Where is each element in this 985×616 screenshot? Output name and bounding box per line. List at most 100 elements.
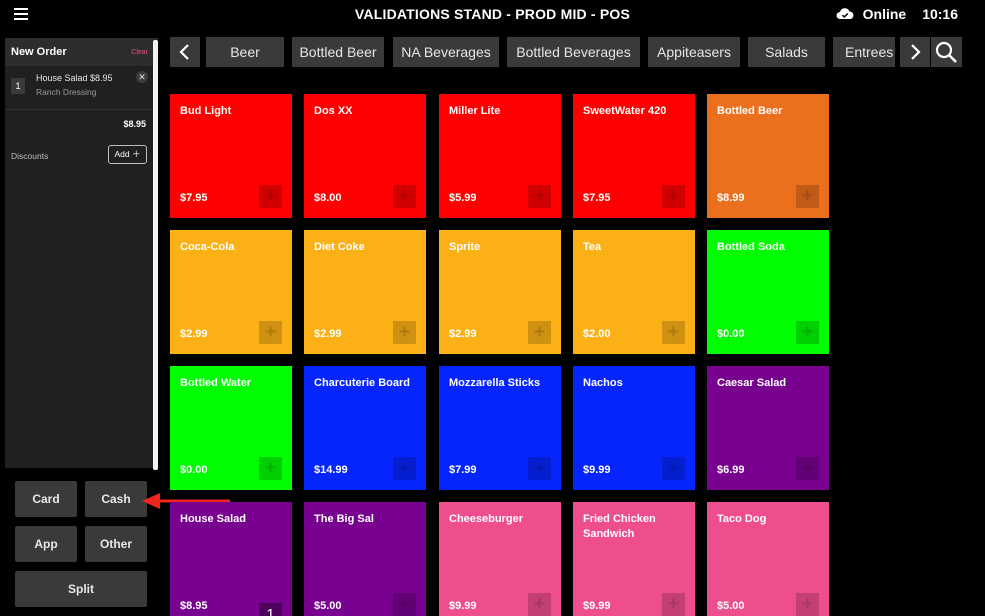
- product-tile[interactable]: Charcuterie Board $14.99 +: [304, 366, 426, 490]
- tab-na-beverages[interactable]: NA Beverages: [393, 37, 499, 67]
- order-scrollbar[interactable]: [153, 40, 158, 470]
- add-plus-icon[interactable]: +: [393, 457, 416, 480]
- product-tile[interactable]: SweetWater 420 $7.95 +: [573, 94, 695, 218]
- product-name: Caesar Salad: [717, 377, 787, 389]
- add-plus-icon[interactable]: +: [662, 593, 685, 616]
- add-plus-icon[interactable]: +: [528, 593, 551, 616]
- order-title: New Order: [11, 46, 67, 58]
- add-plus-icon[interactable]: +: [259, 321, 282, 344]
- product-tile[interactable]: Cheeseburger $9.99 +: [439, 502, 561, 616]
- add-plus-icon[interactable]: +: [528, 185, 551, 208]
- card-payment-button[interactable]: Card: [15, 481, 77, 517]
- tab-beer[interactable]: Beer: [206, 37, 284, 67]
- product-tile[interactable]: Bud Light $7.95 +: [170, 94, 292, 218]
- tab-bottled-beverages[interactable]: Bottled Beverages: [507, 37, 640, 67]
- product-name: Bottled Water: [180, 377, 252, 389]
- line-item-name: House Salad $8.95: [36, 73, 113, 83]
- add-plus-icon[interactable]: +: [259, 457, 282, 480]
- add-plus-icon[interactable]: +: [662, 185, 685, 208]
- product-tile[interactable]: Taco Dog $5.00 +: [707, 502, 829, 616]
- product-tile[interactable]: Diet Coke $2.99 +: [304, 230, 426, 354]
- add-plus-icon[interactable]: +: [796, 457, 819, 480]
- tab-bottled-beer[interactable]: Bottled Beer: [292, 37, 384, 67]
- add-plus-icon[interactable]: +: [393, 593, 416, 616]
- product-price: $8.95: [180, 600, 208, 612]
- product-name: Miller Lite: [449, 105, 501, 117]
- add-discount-button[interactable]: Add ＋: [108, 145, 147, 164]
- add-plus-icon[interactable]: +: [796, 593, 819, 616]
- product-tile[interactable]: Dos XX $8.00 +: [304, 94, 426, 218]
- remove-item-icon[interactable]: ✕: [136, 71, 148, 83]
- cash-payment-button[interactable]: Cash: [85, 481, 147, 517]
- clock: 10:16: [922, 6, 958, 22]
- product-tile[interactable]: Bottled Soda $0.00 +: [707, 230, 829, 354]
- add-plus-icon[interactable]: +: [393, 321, 416, 344]
- product-price: $2.00: [583, 328, 611, 340]
- product-name: Coca-Cola: [180, 241, 235, 253]
- product-name: Taco Dog: [717, 513, 767, 525]
- product-name: House Salad: [180, 513, 247, 525]
- search-button[interactable]: [931, 37, 962, 67]
- product-price: $0.00: [180, 464, 208, 476]
- add-plus-icon[interactable]: +: [662, 457, 685, 480]
- product-price: $0.00: [717, 328, 745, 340]
- add-plus-icon[interactable]: +: [393, 185, 416, 208]
- add-plus-icon[interactable]: +: [528, 321, 551, 344]
- order-subtotal: $8.95: [123, 119, 146, 129]
- tab-entrees[interactable]: Entrees: [833, 37, 895, 67]
- top-bar: VALIDATIONS STAND - PROD MID - POS Onlin…: [0, 0, 985, 30]
- chevron-right-icon: [911, 44, 921, 60]
- product-price: $7.99: [449, 464, 477, 476]
- clear-order-button[interactable]: Clear: [131, 49, 148, 56]
- product-name: Dos XX: [314, 105, 353, 117]
- tabs-prev-button[interactable]: [170, 37, 200, 67]
- add-plus-icon[interactable]: +: [796, 185, 819, 208]
- add-plus-icon[interactable]: +: [662, 321, 685, 344]
- product-price: $7.95: [180, 192, 208, 204]
- add-plus-icon[interactable]: +: [796, 321, 819, 344]
- product-name: Fried Chicken Sandwich: [583, 513, 656, 540]
- order-header: New Order Clear: [5, 38, 158, 66]
- product-price: $8.99: [717, 192, 745, 204]
- tab-appiteasers[interactable]: Appiteasers: [648, 37, 740, 67]
- line-item-modifier: Ranch Dressing: [36, 87, 97, 97]
- product-tile[interactable]: Sprite $2.99 +: [439, 230, 561, 354]
- product-price: $7.95: [583, 192, 611, 204]
- product-tile[interactable]: Mozzarella Sticks $7.99 +: [439, 366, 561, 490]
- product-tile[interactable]: Tea $2.00 +: [573, 230, 695, 354]
- product-price: $9.99: [583, 600, 611, 612]
- product-price: $2.99: [314, 328, 342, 340]
- product-tile[interactable]: Bottled Water $0.00 +: [170, 366, 292, 490]
- product-tile[interactable]: Miller Lite $5.99 +: [439, 94, 561, 218]
- tabs-next-button[interactable]: [900, 37, 930, 67]
- order-line-item[interactable]: 1 House Salad $8.95 Ranch Dressing ✕: [5, 66, 158, 110]
- product-tile[interactable]: The Big Sal $5.00 +: [304, 502, 426, 616]
- chevron-left-icon: [179, 44, 189, 60]
- product-name: SweetWater 420: [583, 105, 667, 117]
- product-name: Bottled Beer: [717, 105, 783, 117]
- app-payment-button[interactable]: App: [15, 526, 77, 562]
- split-payment-button[interactable]: Split: [15, 571, 147, 607]
- discounts-label: Discounts: [11, 151, 49, 161]
- product-price: $5.00: [717, 600, 745, 612]
- product-tile[interactable]: House Salad $8.95 1: [170, 502, 292, 616]
- product-name: Mozzarella Sticks: [449, 377, 541, 389]
- product-name: Sprite: [449, 241, 481, 253]
- add-plus-icon[interactable]: +: [259, 185, 282, 208]
- cloud-check-icon: [836, 8, 854, 19]
- product-tile[interactable]: Coca-Cola $2.99 +: [170, 230, 292, 354]
- product-tile[interactable]: Caesar Salad $6.99 +: [707, 366, 829, 490]
- product-name: The Big Sal: [314, 513, 374, 525]
- product-name: Bottled Soda: [717, 241, 785, 253]
- add-plus-icon[interactable]: +: [528, 457, 551, 480]
- product-tile[interactable]: Nachos $9.99 +: [573, 366, 695, 490]
- product-price: $2.99: [180, 328, 208, 340]
- search-icon: [935, 41, 957, 63]
- product-tile[interactable]: Fried Chicken Sandwich $9.99 +: [573, 502, 695, 616]
- other-payment-button[interactable]: Other: [85, 526, 147, 562]
- product-tile[interactable]: Bottled Beer $8.99 +: [707, 94, 829, 218]
- product-price: $8.00: [314, 192, 342, 204]
- product-price: $5.00: [314, 600, 342, 612]
- product-name: Diet Coke: [314, 241, 365, 253]
- tab-salads[interactable]: Salads: [748, 37, 825, 67]
